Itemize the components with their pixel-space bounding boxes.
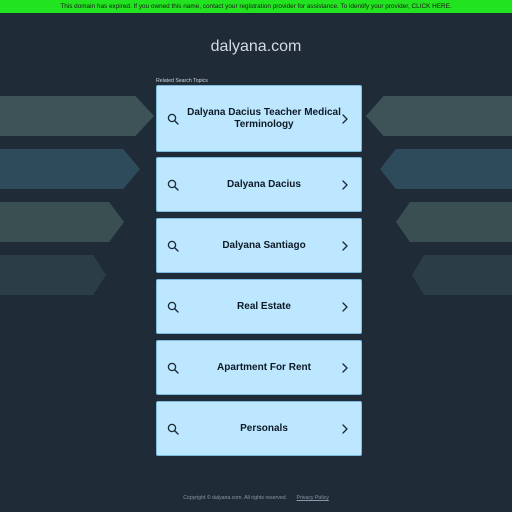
search-icon bbox=[167, 240, 179, 252]
decorative-arrow-left-3 bbox=[0, 202, 124, 242]
related-topic-card-3[interactable]: Dalyana Santiago bbox=[156, 218, 362, 273]
decorative-arrow-right-1 bbox=[366, 96, 512, 136]
related-topic-card-1[interactable]: Dalyana Dacius Teacher Medical Terminolo… bbox=[156, 85, 362, 152]
expired-domain-banner[interactable]: This domain has expired. If you owned th… bbox=[0, 0, 512, 13]
related-topic-card-2[interactable]: Dalyana Dacius bbox=[156, 157, 362, 212]
chevron-right-icon bbox=[342, 113, 348, 124]
chevron-right-icon bbox=[342, 301, 348, 312]
search-icon bbox=[167, 301, 179, 313]
privacy-policy-link[interactable]: Privacy Policy bbox=[297, 495, 329, 501]
related-topic-label: Dalyana Dacius Teacher Medical Terminolo… bbox=[187, 106, 341, 130]
related-topic-label: Personals bbox=[240, 422, 288, 434]
related-topic-card-4[interactable]: Real Estate bbox=[156, 279, 362, 334]
search-icon bbox=[167, 179, 179, 191]
related-topic-label: Dalyana Dacius bbox=[227, 178, 301, 190]
decorative-arrow-right-2 bbox=[380, 149, 512, 189]
chevron-right-icon bbox=[342, 362, 348, 373]
related-topic-label: Dalyana Santiago bbox=[222, 239, 306, 251]
search-icon bbox=[167, 362, 179, 374]
page: This domain has expired. If you owned th… bbox=[0, 0, 512, 512]
copyright-text: Copyright © dalyana.com. All rights rese… bbox=[183, 495, 288, 501]
related-topic-label: Apartment For Rent bbox=[217, 361, 311, 373]
domain-title: dalyana.com bbox=[210, 38, 302, 55]
chevron-right-icon bbox=[342, 240, 348, 251]
related-topic-card-6[interactable]: Personals bbox=[156, 401, 362, 456]
banner-text[interactable]: This domain has expired. If you owned th… bbox=[60, 3, 451, 10]
footer: Copyright © dalyana.com. All rights rese… bbox=[0, 495, 512, 501]
decorative-arrow-left-4 bbox=[0, 255, 106, 295]
chevron-right-icon bbox=[342, 179, 348, 190]
related-topic-label: Real Estate bbox=[237, 300, 291, 312]
decorative-arrow-left-2 bbox=[0, 149, 140, 189]
decorative-arrow-right-4 bbox=[412, 255, 512, 295]
search-icon bbox=[167, 113, 179, 125]
decorative-arrow-right-3 bbox=[396, 202, 512, 242]
related-search-label: Related Search Topics bbox=[156, 78, 208, 84]
decorative-arrow-left-1 bbox=[0, 96, 154, 136]
search-icon bbox=[167, 423, 179, 435]
chevron-right-icon bbox=[342, 423, 348, 434]
related-topic-card-5[interactable]: Apartment For Rent bbox=[156, 340, 362, 395]
